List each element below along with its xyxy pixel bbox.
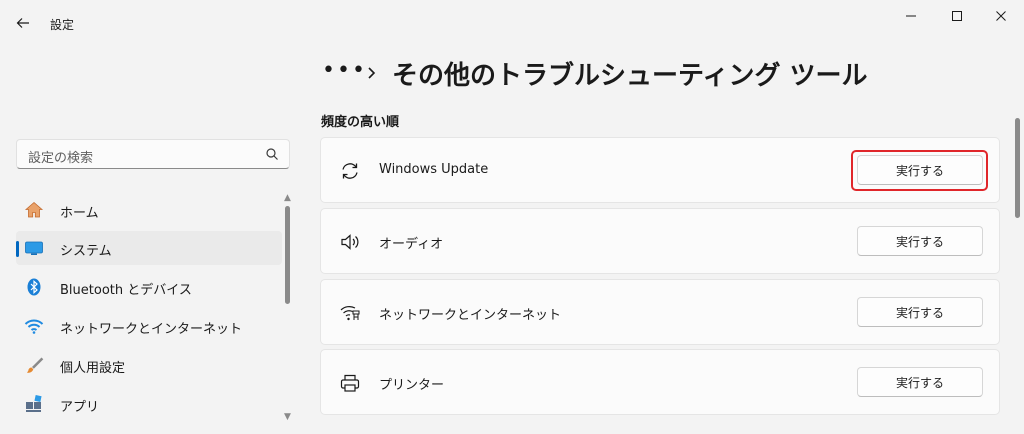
troubleshooter-card-printer: プリンター 実行する <box>320 349 1000 415</box>
sidebar-item-apps[interactable]: アプリ <box>16 387 282 421</box>
breadcrumb-more[interactable]: ••• <box>322 58 367 83</box>
apps-icon <box>26 394 42 412</box>
sidebar-item-personalization[interactable]: 個人用設定 <box>16 348 282 382</box>
maximize-icon <box>952 11 962 21</box>
back-arrow-icon <box>16 18 29 28</box>
sidebar-item-home[interactable]: ホーム <box>16 193 282 227</box>
sidebar-item-bluetooth[interactable]: Bluetooth とデバイス <box>16 270 282 304</box>
sidebar-item-label: システム <box>60 244 112 259</box>
home-icon <box>24 201 44 218</box>
sidebar-item-system[interactable]: システム <box>16 231 282 265</box>
speaker-icon <box>341 234 359 250</box>
troubleshooter-label: プリンター <box>379 378 445 393</box>
search-icon[interactable] <box>265 147 279 161</box>
run-button[interactable]: 実行する <box>857 226 983 256</box>
main-scrollbar[interactable] <box>1015 118 1020 218</box>
close-icon <box>996 11 1006 21</box>
troubleshooter-card-audio: オーディオ 実行する <box>320 208 1000 274</box>
maximize-button[interactable] <box>934 0 980 32</box>
network-icon <box>340 306 360 321</box>
troubleshooter-label: ネットワークとインターネット <box>379 308 562 323</box>
run-button[interactable]: 実行する <box>857 367 983 397</box>
close-button[interactable] <box>978 0 1024 32</box>
wifi-icon <box>24 319 44 334</box>
paintbrush-icon <box>27 357 44 373</box>
minimize-button[interactable] <box>888 0 934 32</box>
sidebar-item-label: 個人用設定 <box>60 361 126 376</box>
page-title: その他のトラブルシューティング ツール <box>392 61 868 91</box>
selection-indicator <box>16 241 19 257</box>
sidebar-item-label: ホーム <box>60 206 99 221</box>
section-title: 頻度の高い順 <box>321 115 400 130</box>
sidebar-item-network[interactable]: ネットワークとインターネット <box>16 309 282 343</box>
back-button[interactable] <box>12 12 34 34</box>
troubleshooter-label: Windows Update <box>379 162 489 177</box>
troubleshooter-label: オーディオ <box>379 237 444 252</box>
sidebar-scroll-up-icon[interactable]: ▲ <box>284 193 291 203</box>
search-box[interactable]: 設定の検索 <box>16 139 290 169</box>
sidebar-scrollbar[interactable] <box>285 206 290 304</box>
troubleshooter-card-network: ネットワークとインターネット 実行する <box>320 279 1000 345</box>
printer-icon <box>340 374 360 392</box>
bluetooth-icon <box>27 278 41 296</box>
highlight-box <box>851 150 988 191</box>
search-input[interactable]: 設定の検索 <box>28 147 93 166</box>
chevron-right-icon <box>368 67 376 79</box>
system-display-icon <box>25 241 43 255</box>
sync-icon <box>342 163 358 179</box>
title-bar: 設定 <box>0 0 1024 40</box>
run-button[interactable]: 実行する <box>857 297 983 327</box>
sidebar-item-label: ネットワークとインターネット <box>60 322 243 337</box>
sidebar-item-label: アプリ <box>60 400 100 415</box>
app-title: 設定 <box>50 18 75 32</box>
minimize-icon <box>906 15 916 17</box>
sidebar-item-label: Bluetooth とデバイス <box>60 283 192 298</box>
sidebar-scroll-down-icon[interactable]: ▼ <box>284 412 291 422</box>
